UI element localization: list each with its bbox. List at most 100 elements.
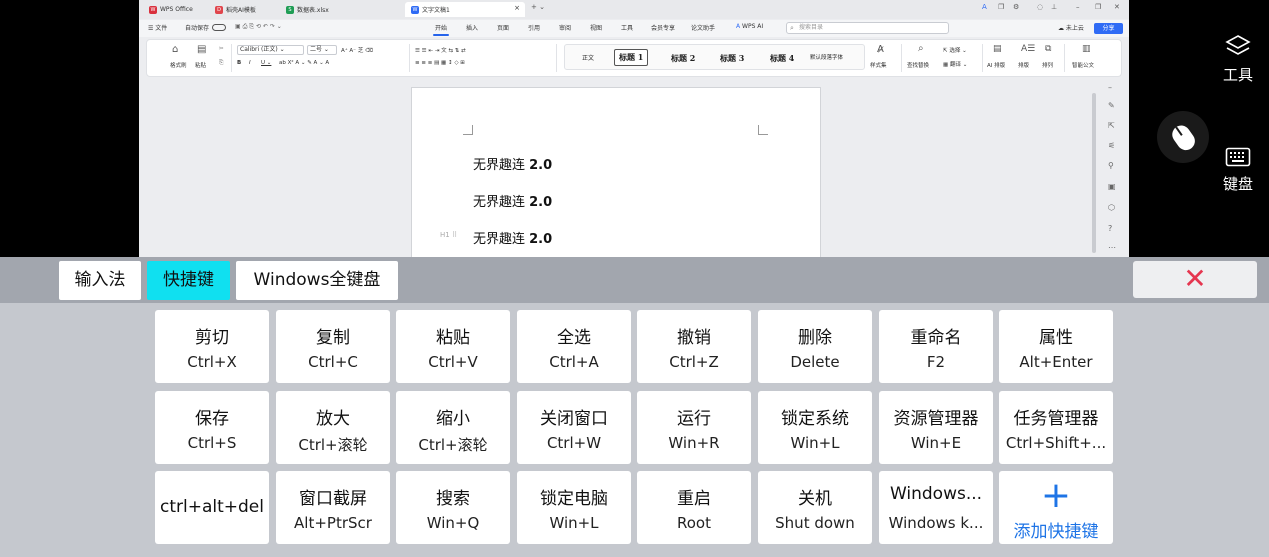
menu-item-member[interactable]: 会员专享 (651, 23, 675, 32)
shortcut-key[interactable]: ctrl+alt+del (155, 471, 269, 544)
mode-input-method[interactable]: 输入法 (59, 261, 141, 300)
more-icon[interactable]: ⋯ (1108, 243, 1116, 252)
menu-item-view[interactable]: 视图 (590, 23, 602, 32)
menu-item-reference[interactable]: 引用 (528, 23, 540, 32)
document-line[interactable]: 无界趣连 2.0 (473, 228, 552, 247)
shortcut-key[interactable]: 窗口截屏 Alt+PtrScr (276, 471, 390, 544)
menu-item-tools[interactable]: 工具 (621, 23, 633, 32)
cloud-status[interactable]: ☁ 未上云 (1058, 23, 1084, 32)
pointer-icon[interactable]: ⇱ (1108, 121, 1115, 130)
autosave-toggle[interactable] (212, 24, 226, 31)
menu-item-wps-ai[interactable]: A WPS AI (736, 23, 763, 30)
tab-docer[interactable]: D 稻壳AI模板 (209, 2, 277, 17)
document-line[interactable]: 无界趣连 2.0 (473, 154, 552, 173)
adjust-icon[interactable]: ⚟ (1108, 141, 1115, 150)
menu-item-paper[interactable]: 论文助手 (691, 23, 715, 32)
quick-access-icons[interactable]: ▣ ⎙ ⎘ ⟲ ↶ ↷ ⌄ (235, 23, 282, 31)
smart-doc-label[interactable]: 智能公文 (1072, 61, 1094, 69)
collapse-icon[interactable]: – (1108, 83, 1112, 92)
shortcut-key[interactable]: 缩小 Ctrl+滚轮 (396, 391, 510, 464)
menu-item-page[interactable]: 页面 (497, 23, 509, 32)
image-icon[interactable]: ▣ (1108, 182, 1116, 191)
cut-icon[interactable]: ✂ (219, 46, 224, 52)
minimize-icon[interactable]: – (1076, 3, 1080, 11)
shortcut-key[interactable]: 资源管理器 Win+E (879, 391, 993, 464)
ai-layout-label[interactable]: AI 排版 (987, 61, 1005, 69)
settings-icon[interactable]: ⚙ (1013, 3, 1019, 11)
paste-icon[interactable]: ▤ (197, 44, 206, 55)
font-format-icons[interactable]: ab X² A ⌄ ✎ A ⌄ A (279, 60, 329, 66)
smart-doc-icon[interactable]: ▥ (1082, 44, 1091, 54)
format-brush-label[interactable]: 格式刷 (170, 61, 187, 69)
close-window-icon[interactable]: ✕ (1114, 3, 1120, 11)
vertical-scrollbar[interactable] (1092, 93, 1096, 253)
style-heading-2[interactable]: 标题 2 (671, 53, 695, 64)
shortcut-key[interactable]: 全选 Ctrl+A (517, 310, 631, 383)
copy-icon[interactable]: ⎘ (219, 60, 223, 67)
italic-button[interactable]: I (249, 60, 251, 66)
menu-item-insert[interactable]: 插入 (466, 23, 478, 32)
shortcut-key[interactable]: Windows... Windows k... (879, 471, 993, 544)
style-set-icon[interactable]: A̷ (877, 44, 884, 55)
list-icons[interactable]: ☰ ☰ ⇤ ⇥ 文 ⇆ ⇅ ⇄ (415, 46, 466, 54)
skin-icon[interactable]: ◌ (1037, 3, 1043, 11)
search-input[interactable]: ⌕ 搜索目录 (786, 22, 949, 34)
font-adjust-icons[interactable]: A⁺ A⁻ 芝 ⌫ (341, 46, 373, 54)
ai-layout-icon[interactable]: ▤ (993, 44, 1002, 54)
shortcut-key[interactable]: 锁定电脑 Win+L (517, 471, 631, 544)
mode-shortcuts[interactable]: 快捷键 (147, 261, 230, 300)
help-icon[interactable]: ? (1108, 224, 1112, 233)
tab-wps-office[interactable]: W WPS Office (143, 2, 205, 17)
find-icon[interactable]: ⌕ (918, 43, 924, 54)
tab-writer[interactable]: W 文字文稿1 × (405, 2, 525, 17)
shield-icon[interactable]: ⬡ (1108, 203, 1115, 212)
shortcut-key[interactable]: 任务管理器 Ctrl+Shift+... (999, 391, 1113, 464)
shortcut-key[interactable]: 锁定系统 Win+L (758, 391, 872, 464)
restore-icon[interactable]: ❐ (1095, 3, 1101, 11)
shortcut-key[interactable]: 搜索 Win+Q (396, 471, 510, 544)
style-normal[interactable]: 正文 (582, 53, 594, 62)
shortcut-key[interactable]: 关闭窗口 Ctrl+W (517, 391, 631, 464)
pin-icon[interactable]: ⚲ (1108, 161, 1114, 170)
select-button[interactable]: ⇱ 选择 ⌄ (943, 46, 967, 54)
menu-item-home[interactable]: 开始 (435, 23, 447, 32)
shortcut-key[interactable]: 属性 Alt+Enter (999, 310, 1113, 383)
mouse-mode-button[interactable] (1157, 111, 1209, 163)
translate-button[interactable]: ▦ 翻译 ⌄ (943, 60, 967, 68)
user-icon[interactable]: ⊥ (1051, 3, 1057, 11)
arrange-icon[interactable]: ⧉ (1045, 44, 1051, 54)
style-heading-4[interactable]: 标题 4 (770, 53, 794, 64)
tools-button[interactable]: 工具 (1216, 34, 1260, 85)
font-name-select[interactable]: Calibri (正文) ⌄ (237, 45, 304, 55)
heading-marker[interactable]: H1 ⠿ (440, 231, 457, 239)
pen-icon[interactable]: ✎ (1108, 101, 1115, 110)
tab-spreadsheet[interactable]: S 数据表.xlsx (280, 2, 352, 17)
keyboard-button[interactable]: 键盘 (1216, 147, 1260, 194)
shortcut-key[interactable]: 粘贴 Ctrl+V (396, 310, 510, 383)
shortcut-key[interactable]: 保存 Ctrl+S (155, 391, 269, 464)
share-button[interactable]: 分享 (1094, 23, 1123, 34)
shortcut-key[interactable]: 放大 Ctrl+滚轮 (276, 391, 390, 464)
style-heading-3[interactable]: 标题 3 (720, 53, 744, 64)
close-tab-icon[interactable]: × (514, 4, 520, 12)
window-layout-icon[interactable]: ❐ (998, 3, 1004, 11)
bold-button[interactable]: B (237, 60, 241, 66)
file-menu[interactable]: ☰ 文件 (148, 23, 167, 32)
format-brush-icon[interactable]: ⌂ (172, 44, 178, 55)
find-replace-label[interactable]: 查找替换 (907, 61, 929, 69)
close-panel-button[interactable]: ✕ (1133, 261, 1257, 298)
shortcut-key[interactable]: 剪切 Ctrl+X (155, 310, 269, 383)
align-icons[interactable]: ≡ ≡ ≡ ▤ ▦ ↕ ◇ ⊞ (415, 60, 465, 66)
arrange-label[interactable]: 排列 (1042, 61, 1053, 69)
menu-item-review[interactable]: 审阅 (559, 23, 571, 32)
style-heading-1[interactable]: 标题 1 (614, 49, 649, 66)
layout-icon[interactable]: A☰ (1021, 44, 1035, 54)
new-tab-icon[interactable]: + ⌄ (531, 3, 545, 11)
document-page[interactable]: 无界趣连 2.0 无界趣连 2.0 H1 ⠿ 无界趣连 2.0 (411, 87, 821, 257)
style-default-paragraph[interactable]: 默认段落字体 (810, 53, 843, 61)
layout-label[interactable]: 排版 (1018, 61, 1029, 69)
add-shortcut-button[interactable]: + 添加快捷键 (999, 471, 1113, 544)
shortcut-key[interactable]: 复制 Ctrl+C (276, 310, 390, 383)
shortcut-key[interactable]: 重命名 F2 (879, 310, 993, 383)
shortcut-key[interactable]: 删除 Delete (758, 310, 872, 383)
